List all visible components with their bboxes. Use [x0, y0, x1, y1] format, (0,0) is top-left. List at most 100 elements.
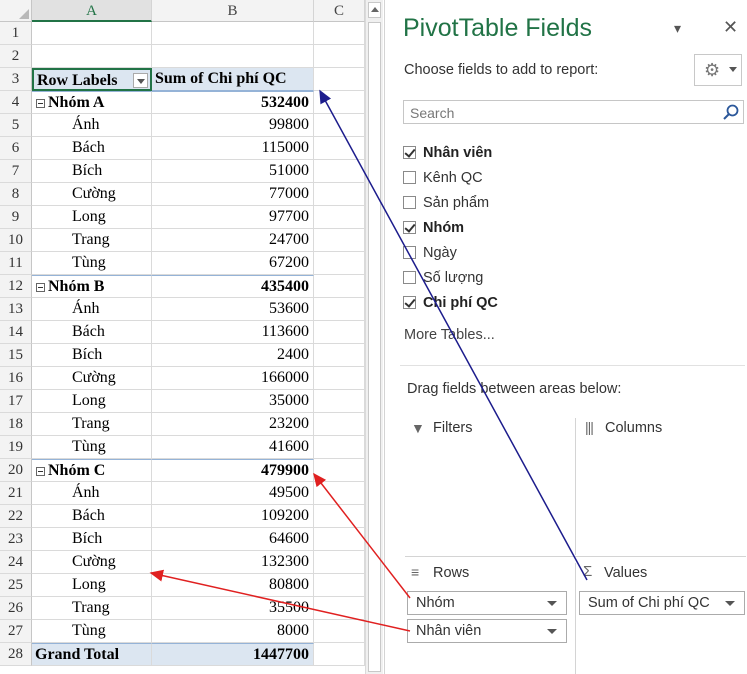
cell-a[interactable]: Long	[32, 574, 152, 597]
cell-b[interactable]: 77000	[152, 183, 314, 206]
row-number[interactable]: 17	[0, 390, 32, 413]
rows-item-nhan-vien[interactable]: Nhân viên	[407, 619, 567, 643]
cell-b[interactable]: 41600	[152, 436, 314, 459]
row-number[interactable]: 21	[0, 482, 32, 505]
cell-b[interactable]: 2400	[152, 344, 314, 367]
collapse-minus-icon[interactable]	[36, 98, 45, 108]
values-item-sum-chi-phi[interactable]: Sum of Chi phí QC	[579, 591, 745, 615]
cell-a[interactable]: Cường	[32, 183, 152, 206]
cell-b[interactable]: 166000	[152, 367, 314, 390]
row-number[interactable]: 13	[0, 298, 32, 321]
cell-c[interactable]	[314, 436, 365, 459]
cell-b[interactable]: 23200	[152, 413, 314, 436]
cell-a[interactable]: Cường	[32, 551, 152, 574]
cell-c[interactable]	[314, 298, 365, 321]
cell-b[interactable]: 132300	[152, 551, 314, 574]
cell-a[interactable]	[32, 45, 152, 68]
row-number[interactable]: 1	[0, 22, 32, 45]
more-tables-link[interactable]: More Tables...	[404, 327, 495, 343]
cell-c[interactable]	[314, 275, 365, 298]
cell-b[interactable]	[152, 45, 314, 68]
cell-a[interactable]: Ánh	[32, 114, 152, 137]
field-kenh-qc[interactable]: Kênh QC	[403, 167, 483, 189]
cell-c[interactable]	[314, 528, 365, 551]
cell-a[interactable]: Nhóm C	[32, 459, 152, 482]
field-nhan-vien[interactable]: Nhân viên	[403, 142, 492, 164]
row-number[interactable]: 24	[0, 551, 32, 574]
cell-b[interactable]: 1447700	[152, 643, 314, 666]
cell-a[interactable]: Tùng	[32, 252, 152, 275]
cell-c[interactable]	[314, 206, 365, 229]
cell-b[interactable]: 115000	[152, 137, 314, 160]
cell-b[interactable]: 53600	[152, 298, 314, 321]
cell-b[interactable]: 24700	[152, 229, 314, 252]
cell-b[interactable]: 35000	[152, 390, 314, 413]
cell-b[interactable]: 64600	[152, 528, 314, 551]
cell-a[interactable]: Nhóm B	[32, 275, 152, 298]
row-number[interactable]: 16	[0, 367, 32, 390]
cell-c[interactable]	[314, 413, 365, 436]
cell-b[interactable]: 49500	[152, 482, 314, 505]
row-number[interactable]: 11	[0, 252, 32, 275]
field-checkbox[interactable]	[403, 171, 416, 184]
cell-b[interactable]: 113600	[152, 321, 314, 344]
pane-options-chevron-icon[interactable]: ▾	[674, 20, 681, 37]
row-number[interactable]: 6	[0, 137, 32, 160]
cell-c[interactable]	[314, 183, 365, 206]
row-number[interactable]: 4	[0, 91, 32, 114]
field-checkbox[interactable]	[403, 196, 416, 209]
cell-c[interactable]	[314, 620, 365, 643]
field-san-pham[interactable]: Sản phẩm	[403, 192, 489, 214]
row-number[interactable]: 10	[0, 229, 32, 252]
search-input[interactable]	[408, 102, 712, 124]
row-number[interactable]: 2	[0, 45, 32, 68]
cell-c[interactable]	[314, 597, 365, 620]
cell-c[interactable]	[314, 367, 365, 390]
cell-c[interactable]	[314, 321, 365, 344]
cell-c[interactable]	[314, 344, 365, 367]
cell-a[interactable]: Bách	[32, 505, 152, 528]
cell-a[interactable]: Bách	[32, 137, 152, 160]
row-number[interactable]: 18	[0, 413, 32, 436]
cell-a[interactable]: Tùng	[32, 620, 152, 643]
cell-c[interactable]	[314, 45, 365, 68]
cell-c[interactable]	[314, 22, 365, 45]
field-so-luong[interactable]: Số lượng	[403, 267, 483, 289]
row-number[interactable]: 9	[0, 206, 32, 229]
cell-a[interactable]: Cường	[32, 367, 152, 390]
cell-b[interactable]: 8000	[152, 620, 314, 643]
cell-b[interactable]: 97700	[152, 206, 314, 229]
field-checkbox[interactable]	[403, 246, 416, 259]
row-number[interactable]: 3	[0, 68, 32, 91]
field-checkbox[interactable]	[403, 221, 416, 234]
sheet-vertical-scrollbar[interactable]	[365, 0, 383, 674]
cell-c[interactable]	[314, 459, 365, 482]
field-checkbox[interactable]	[403, 296, 416, 309]
row-number[interactable]: 5	[0, 114, 32, 137]
rows-item-nhom[interactable]: Nhóm	[407, 591, 567, 615]
cell-c[interactable]	[314, 91, 365, 114]
cell-a[interactable]: Ánh	[32, 298, 152, 321]
row-number[interactable]: 15	[0, 344, 32, 367]
scroll-thumb[interactable]	[368, 22, 381, 672]
cell-b[interactable]: 479900	[152, 459, 314, 482]
cell-b[interactable]: 99800	[152, 114, 314, 137]
cell-c[interactable]	[314, 68, 365, 91]
row-number[interactable]: 28	[0, 643, 32, 666]
field-ngay[interactable]: Ngày	[403, 242, 457, 264]
cell-c[interactable]	[314, 252, 365, 275]
row-number[interactable]: 25	[0, 574, 32, 597]
column-header-a[interactable]: A	[32, 0, 152, 22]
collapse-minus-icon[interactable]	[36, 466, 45, 476]
field-checkbox[interactable]	[403, 271, 416, 284]
search-icon[interactable]	[722, 103, 740, 121]
cell-a[interactable]	[32, 22, 152, 45]
cell-c[interactable]	[314, 114, 365, 137]
row-number[interactable]: 23	[0, 528, 32, 551]
cell-b[interactable]: 435400	[152, 275, 314, 298]
cell-b[interactable]: 109200	[152, 505, 314, 528]
cell-b[interactable]: 532400	[152, 91, 314, 114]
cell-c[interactable]	[314, 505, 365, 528]
scroll-up-arrow-icon[interactable]	[368, 2, 381, 18]
cell-b[interactable]	[152, 22, 314, 45]
